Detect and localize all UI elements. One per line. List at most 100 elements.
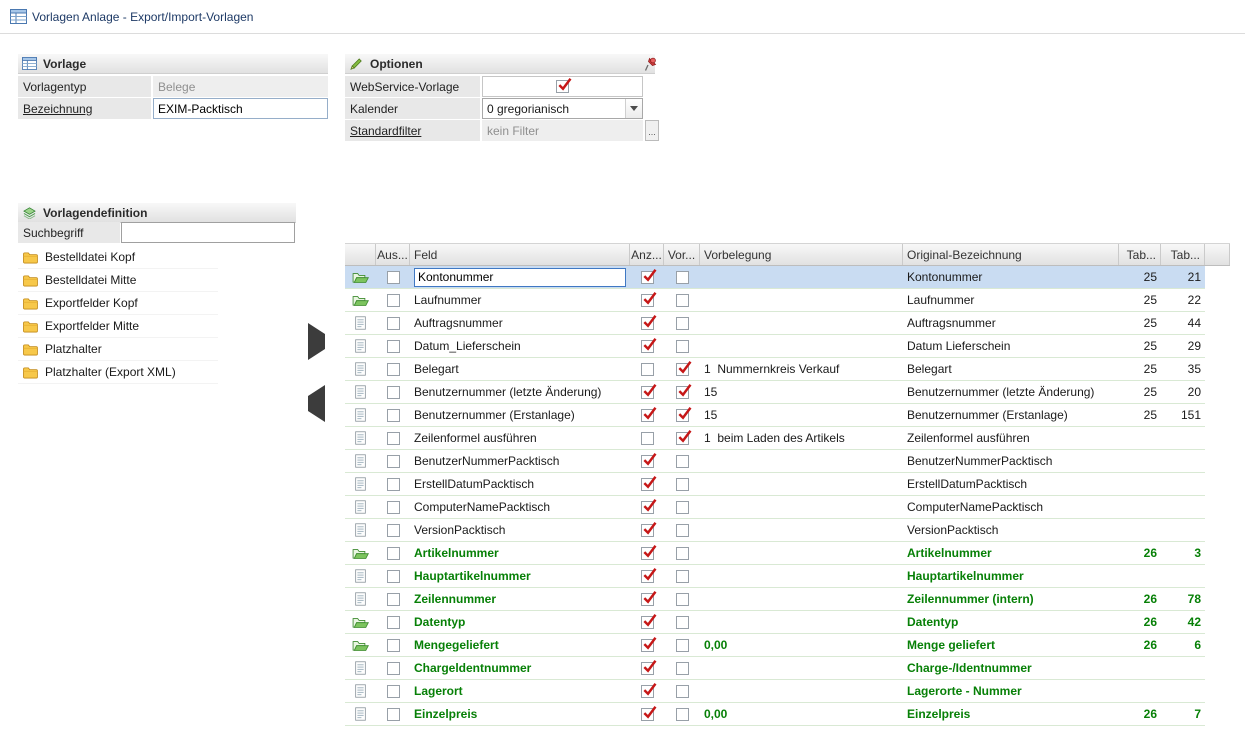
feld-cell[interactable]: Mengegeliefert [410, 634, 630, 656]
vorbelegung-checkbox[interactable] [676, 363, 689, 376]
table-row[interactable]: Mengegeliefert0,00Menge geliefert266 [345, 634, 1205, 657]
feld-cell[interactable]: Lagerort [410, 680, 630, 702]
table-row[interactable]: Benutzernummer (letzte Änderung)15Benutz… [345, 381, 1205, 404]
anzeigen-checkbox[interactable] [641, 317, 654, 330]
anzeigen-checkbox[interactable] [641, 340, 654, 353]
standardfilter-browse-button[interactable]: ... [645, 120, 659, 141]
feld-cell[interactable]: Artikelnummer [410, 542, 630, 564]
table-row[interactable]: ChargeldentnummerCharge-/Identnummer [345, 657, 1205, 680]
table-row[interactable]: ComputerNamePacktischComputerNamePacktis… [345, 496, 1205, 519]
aus-checkbox[interactable] [387, 455, 400, 468]
anzeigen-checkbox[interactable] [641, 455, 654, 468]
table-row[interactable]: Einzelpreis0,00Einzelpreis267 [345, 703, 1205, 726]
column-header[interactable]: Original-Bezeichnung [903, 244, 1119, 265]
category-item[interactable]: Platzhalter (Export XML) [18, 361, 218, 384]
table-row[interactable]: ArtikelnummerArtikelnummer263 [345, 542, 1205, 565]
column-header-empty[interactable] [1205, 244, 1230, 265]
anzeigen-checkbox[interactable] [641, 386, 654, 399]
aus-checkbox[interactable] [387, 639, 400, 652]
vorbelegung-checkbox[interactable] [676, 639, 689, 652]
feld-cell[interactable]: VersionPacktisch [410, 519, 630, 541]
feld-cell[interactable]: BenutzerNummerPacktisch [410, 450, 630, 472]
feld-cell[interactable]: ErstellDatumPacktisch [410, 473, 630, 495]
vorbelegung-checkbox[interactable] [676, 501, 689, 514]
feld-cell[interactable]: Datum_Lieferschein [410, 335, 630, 357]
table-row[interactable]: AuftragsnummerAuftragsnummer2544 [345, 312, 1205, 335]
table-row[interactable]: Zeilenformel ausführen1 beim Laden des A… [345, 427, 1205, 450]
column-header[interactable]: Aus... [376, 244, 410, 265]
move-right-button[interactable] [308, 334, 325, 349]
aus-checkbox[interactable] [387, 685, 400, 698]
table-row[interactable]: BenutzerNummerPacktischBenutzerNummerPac… [345, 450, 1205, 473]
anzeigen-checkbox[interactable] [641, 271, 654, 284]
column-header[interactable]: Vor... [664, 244, 700, 265]
aus-checkbox[interactable] [387, 317, 400, 330]
aus-checkbox[interactable] [387, 478, 400, 491]
anzeigen-checkbox[interactable] [641, 501, 654, 514]
table-row[interactable]: KontonummerKontonummer2521 [345, 266, 1205, 289]
anzeigen-checkbox[interactable] [641, 708, 654, 721]
feld-edit-input[interactable]: Kontonummer [414, 268, 626, 287]
vorbelegung-checkbox[interactable] [676, 616, 689, 629]
anzeigen-checkbox[interactable] [641, 547, 654, 560]
category-item[interactable]: Exportfelder Kopf [18, 292, 218, 315]
feld-cell[interactable]: Benutzernummer (letzte Änderung) [410, 381, 630, 403]
category-item[interactable]: Exportfelder Mitte [18, 315, 218, 338]
aus-checkbox[interactable] [387, 501, 400, 514]
aus-checkbox[interactable] [387, 271, 400, 284]
anzeigen-checkbox[interactable] [641, 685, 654, 698]
column-header[interactable]: Vorbelegung [700, 244, 903, 265]
table-row[interactable]: HauptartikelnummerHauptartikelnummer [345, 565, 1205, 588]
pushpin-icon[interactable] [644, 56, 658, 72]
vorbelegung-checkbox[interactable] [676, 386, 689, 399]
vorbelegung-checkbox[interactable] [676, 409, 689, 422]
bezeichnung-input[interactable] [153, 98, 328, 119]
feld-cell[interactable]: Auftragsnummer [410, 312, 630, 334]
aus-checkbox[interactable] [387, 432, 400, 445]
anzeigen-checkbox[interactable] [641, 570, 654, 583]
feld-cell[interactable]: Einzelpreis [410, 703, 630, 725]
table-row[interactable]: LaufnummerLaufnummer2522 [345, 289, 1205, 312]
vorbelegung-checkbox[interactable] [676, 570, 689, 583]
kalender-dropdown[interactable]: 0 gregorianisch [482, 98, 643, 119]
anzeigen-checkbox[interactable] [641, 478, 654, 491]
anzeigen-checkbox[interactable] [641, 639, 654, 652]
table-row[interactable]: LagerortLagerorte - Nummer [345, 680, 1205, 703]
table-row[interactable]: ZeilennummerZeilennummer (intern)2678 [345, 588, 1205, 611]
feld-cell[interactable]: Chargeldentnummer [410, 657, 630, 679]
table-row[interactable]: Datum_LieferscheinDatum Lieferschein2529 [345, 335, 1205, 358]
aus-checkbox[interactable] [387, 524, 400, 537]
feld-cell[interactable]: Benutzernummer (Erstanlage) [410, 404, 630, 426]
aus-checkbox[interactable] [387, 708, 400, 721]
dropdown-arrow-button[interactable] [625, 99, 642, 118]
column-header[interactable]: Tab... [1119, 244, 1161, 265]
aus-checkbox[interactable] [387, 363, 400, 376]
vorbelegung-checkbox[interactable] [676, 547, 689, 560]
webservice-checkbox[interactable] [556, 80, 569, 93]
vorbelegung-checkbox[interactable] [676, 455, 689, 468]
aus-checkbox[interactable] [387, 570, 400, 583]
vorbelegung-checkbox[interactable] [676, 708, 689, 721]
anzeigen-checkbox[interactable] [641, 432, 654, 445]
category-item[interactable]: Bestelldatei Mitte [18, 269, 218, 292]
vorbelegung-checkbox[interactable] [676, 593, 689, 606]
anzeigen-checkbox[interactable] [641, 294, 654, 307]
anzeigen-checkbox[interactable] [641, 524, 654, 537]
anzeigen-checkbox[interactable] [641, 616, 654, 629]
vorbelegung-checkbox[interactable] [676, 294, 689, 307]
anzeigen-checkbox[interactable] [641, 363, 654, 376]
vorbelegung-checkbox[interactable] [676, 432, 689, 445]
aus-checkbox[interactable] [387, 547, 400, 560]
column-header[interactable]: Feld [410, 244, 630, 265]
category-item[interactable]: Platzhalter [18, 338, 218, 361]
feld-cell[interactable]: Laufnummer [410, 289, 630, 311]
feld-cell[interactable]: Zeilennummer [410, 588, 630, 610]
aus-checkbox[interactable] [387, 409, 400, 422]
column-header[interactable]: Tab... [1161, 244, 1205, 265]
anzeigen-checkbox[interactable] [641, 593, 654, 606]
feld-cell[interactable]: Kontonummer [410, 266, 630, 288]
table-row[interactable]: Benutzernummer (Erstanlage)15Benutzernum… [345, 404, 1205, 427]
aus-checkbox[interactable] [387, 386, 400, 399]
table-row[interactable]: VersionPacktischVersionPacktisch [345, 519, 1205, 542]
feld-cell[interactable]: ComputerNamePacktisch [410, 496, 630, 518]
